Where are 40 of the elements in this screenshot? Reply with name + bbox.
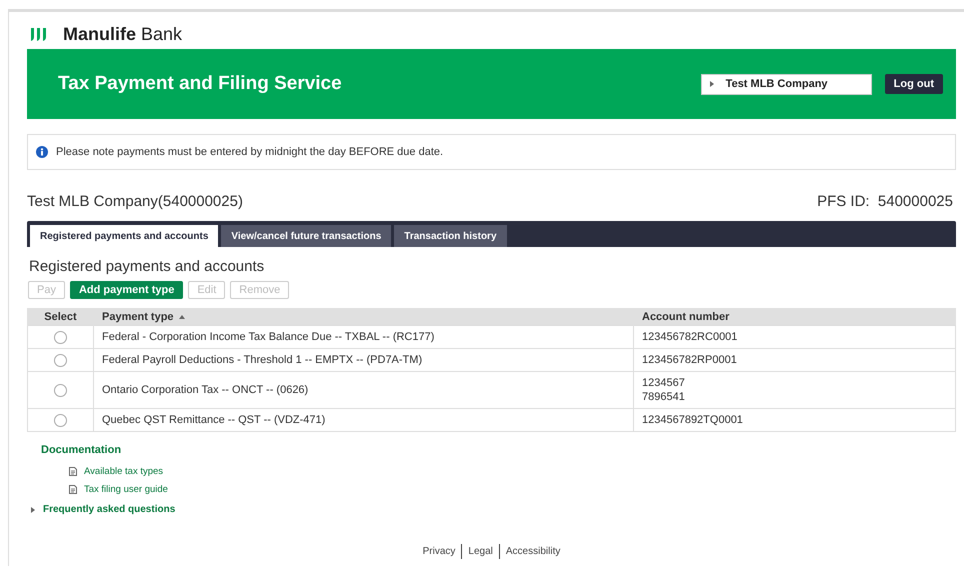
table-cell-text: 1234567892TQ0001 <box>642 413 744 427</box>
company-name: Test MLB Company(540000025) <box>27 192 243 210</box>
tab[interactable]: Transaction history <box>394 225 507 247</box>
column-header[interactable]: Payment type <box>102 310 174 322</box>
caret-icon <box>710 81 714 87</box>
info-icon <box>36 146 48 158</box>
document-icon <box>69 484 77 494</box>
company-selector[interactable]: Test MLB Company <box>700 74 872 94</box>
table-cell: Quebec QST Remittance -- QST -- (VDZ-471) <box>94 408 634 432</box>
radio-button[interactable] <box>54 330 67 344</box>
table-cell-text: 7896541 <box>642 390 686 404</box>
column-header: Account number <box>634 308 956 326</box>
table-cell: Federal Payroll Deductions - Threshold 1 -- EMPTX -- (PD7A-TM) <box>94 348 634 372</box>
document-link[interactable]: Tax filing user guide <box>84 484 168 494</box>
table-cell: Federal - Corporation Income Tax Balance Due -- TXBAL -- (RC177) <box>94 326 634 348</box>
radio-button[interactable] <box>54 414 67 427</box>
service-title: Tax Payment and Filing Service <box>58 73 343 95</box>
document-link[interactable]: Available tax types <box>84 466 164 476</box>
column-header: Select <box>28 308 94 326</box>
logout-button[interactable]: Log out <box>884 74 943 94</box>
table-cell: Ontario Corporation Tax -- ONCT -- (0626) <box>94 372 634 408</box>
footer-link[interactable]: Legal <box>462 546 499 557</box>
tab[interactable]: View/cancel future transactions <box>221 225 392 247</box>
faq-link[interactable]: Frequently asked questions <box>43 504 176 515</box>
table-cell-text: 123456782RP0001 <box>642 353 738 367</box>
brand-name: Manulife Bank <box>63 24 182 44</box>
documentation-heading: Documentation <box>41 443 122 458</box>
action-button[interactable]: Add payment type <box>70 281 184 299</box>
footer-link[interactable]: Accessibility <box>500 546 566 557</box>
footer-link[interactable]: Privacy <box>416 546 462 557</box>
radio-button[interactable] <box>54 384 67 397</box>
table-cell-text: 1234567 <box>642 376 686 390</box>
table-cell-text: 123456782RC0001 <box>642 330 738 344</box>
section-title: Registered payments and accounts <box>29 258 266 275</box>
tab[interactable]: Registered payments and accounts <box>30 225 218 247</box>
radio-button[interactable] <box>54 354 67 367</box>
pfs-id: PFS ID: 540000025 <box>817 192 954 210</box>
logo-icon <box>29 26 49 42</box>
document-icon <box>69 466 77 476</box>
notice-text: Please note payments must be entered by midnight the day BEFORE due date. <box>56 146 444 158</box>
